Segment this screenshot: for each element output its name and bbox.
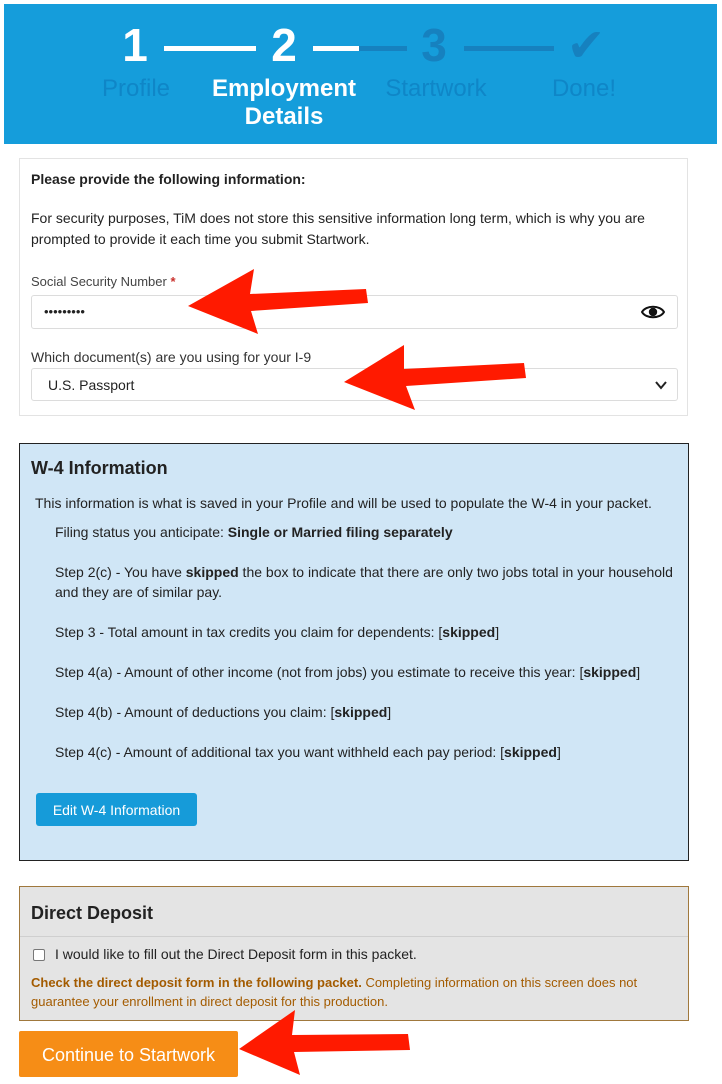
w4-step-3: Step 3 - Total amount in tax credits you… (55, 622, 680, 642)
step-connector (359, 46, 407, 51)
w4-filing-prefix: Filing status you anticipate: (55, 524, 228, 540)
chevron-down-icon (655, 381, 667, 390)
step-3-number: 3 (421, 19, 447, 71)
w4-bracket: ] (556, 744, 561, 760)
step-2-label-line2: Details (244, 103, 324, 130)
w4-skipped: skipped (504, 744, 557, 760)
w4-skipped: skipped (583, 664, 637, 680)
security-notice: For security purposes, TiM does not stor… (31, 210, 645, 247)
w4-step-4c: Step 4(c) - Amount of additional tax you… (55, 742, 680, 762)
w4-step-2c-prefix: Step 2(c) - You have (55, 564, 186, 580)
personal-info-panel: Please provide the following information… (19, 158, 688, 416)
w4-step-2c: Step 2(c) - You have skipped the box to … (55, 562, 680, 602)
step-1-label: Profile (101, 75, 171, 102)
w4-step-4b: Step 4(b) - Amount of deductions you cla… (55, 702, 680, 722)
step-4-check-icon: ✔ (566, 19, 606, 71)
direct-deposit-checkbox-label[interactable]: I would like to fill out the Direct Depo… (55, 946, 417, 962)
step-connector (164, 46, 256, 51)
direct-deposit-title: Direct Deposit (31, 903, 154, 923)
step-3-label: Startwork (385, 75, 487, 102)
step-connector (313, 46, 359, 51)
direct-deposit-warning-bold: Check the direct deposit form in the fol… (31, 975, 362, 990)
w4-filing-value: Single or Married filing separately (227, 524, 453, 540)
continue-to-startwork-button[interactable]: Continue to Startwork (19, 1031, 238, 1077)
w4-step-4a: Step 4(a) - Amount of other income (not … (55, 662, 680, 682)
w4-information-panel: W-4 Information This information is what… (19, 443, 689, 861)
w4-step-4c-prefix: Step 4(c) - Amount of additional tax you… (55, 744, 505, 760)
w4-intro: This information is what is saved in you… (35, 495, 652, 511)
ssn-label: Social Security Number * (31, 274, 176, 289)
w4-step-2c-bold: skipped (185, 564, 239, 580)
w4-title: W-4 Information (31, 458, 168, 478)
step-4-label: Done! (551, 75, 617, 102)
w4-filing-status: Filing status you anticipate: Single or … (55, 522, 680, 542)
w4-skipped: skipped (334, 704, 388, 720)
step-2-label: Employment Details (194, 75, 374, 131)
w4-bracket: ] (387, 704, 392, 720)
ssn-label-text: Social Security Number (31, 274, 167, 289)
w4-step-4a-prefix: Step 4(a) - Amount of other income (not … (55, 664, 584, 680)
w4-bracket: ] (636, 664, 641, 680)
i9-label: Which document(s) are you using for your… (31, 349, 312, 365)
divider (20, 936, 688, 937)
w4-step-3-prefix: Step 3 - Total amount in tax credits you… (55, 624, 443, 640)
w4-step-4b-prefix: Step 4(b) - Amount of deductions you cla… (55, 704, 335, 720)
i9-selected-value: U.S. Passport (48, 377, 135, 393)
i9-document-select[interactable]: U.S. Passport (31, 368, 678, 401)
info-heading: Please provide the following information… (31, 171, 306, 187)
progress-stepper: 1 Profile 2 Employment Details 3 Startwo… (4, 4, 717, 144)
edit-w4-button[interactable]: Edit W-4 Information (36, 793, 197, 826)
required-marker: * (170, 274, 176, 289)
direct-deposit-checkbox[interactable] (33, 949, 45, 961)
step-connector (464, 46, 554, 51)
w4-skipped: skipped (442, 624, 496, 640)
step-2-number: 2 (271, 19, 297, 71)
show-password-eye-icon[interactable] (641, 303, 665, 321)
ssn-input[interactable]: ••••••••• (31, 295, 678, 329)
ssn-masked-value: ••••••••• (44, 304, 85, 319)
w4-bracket: ] (495, 624, 500, 640)
direct-deposit-warning: Check the direct deposit form in the fol… (31, 973, 681, 1011)
direct-deposit-panel: Direct Deposit I would like to fill out … (19, 886, 689, 1021)
step-2-label-line1: Employment (211, 75, 357, 102)
step-1-number: 1 (122, 19, 148, 71)
